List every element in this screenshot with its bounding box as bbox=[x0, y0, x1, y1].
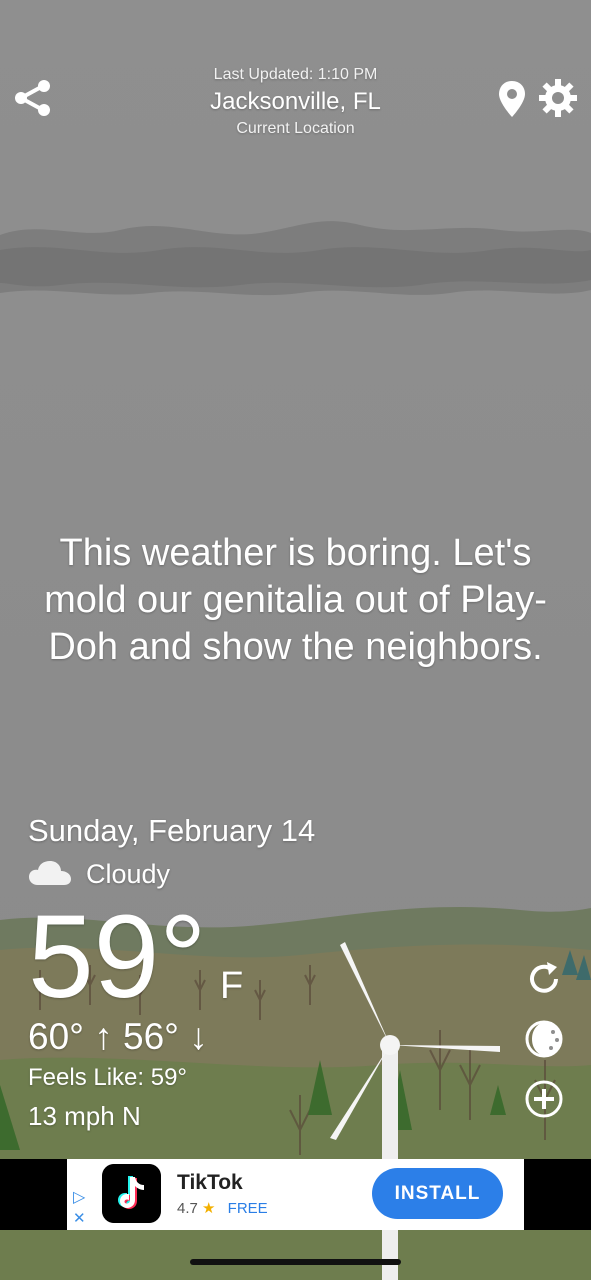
condition-row: Cloudy bbox=[28, 857, 170, 891]
moon-icon[interactable] bbox=[523, 1018, 565, 1060]
ad-price: FREE bbox=[227, 1200, 268, 1217]
current-temperature: 59° bbox=[28, 891, 207, 1023]
share-icon[interactable] bbox=[13, 78, 53, 118]
tiktok-logo-icon bbox=[102, 1164, 161, 1223]
cloud-icon bbox=[29, 861, 71, 885]
refresh-icon[interactable] bbox=[523, 958, 565, 1000]
ad-choices-icon[interactable]: ▷ bbox=[73, 1187, 85, 1207]
snarky-forecast-text: This weather is boring. Let's mold our g… bbox=[44, 532, 547, 668]
location-pin-icon[interactable] bbox=[498, 80, 526, 118]
gear-icon[interactable] bbox=[538, 78, 578, 118]
temperature-unit[interactable]: F bbox=[220, 965, 243, 1008]
ad-rating: 4.7 ★ FREE bbox=[177, 1199, 268, 1217]
plus-icon[interactable] bbox=[523, 1078, 565, 1120]
ad-app-name: TikTok bbox=[177, 1171, 243, 1194]
ad-rating-value: 4.7 bbox=[177, 1200, 198, 1217]
forecast-date: Sunday, February 14 bbox=[28, 813, 316, 848]
cloud-band bbox=[0, 221, 591, 296]
condition-text: Cloudy bbox=[86, 858, 171, 889]
high-low-temperature: 60° ↑ 56° ↓ bbox=[28, 1016, 208, 1057]
install-button[interactable]: INSTALL bbox=[372, 1168, 503, 1219]
star-icon: ★ bbox=[202, 1200, 216, 1217]
ad-banner: ▷ ✕ TikTok 4.7 ★ FREE INSTALL bbox=[0, 1159, 591, 1230]
wind-text: 13 mph N bbox=[28, 1101, 141, 1131]
home-indicator[interactable] bbox=[190, 1259, 401, 1265]
ad-content[interactable]: ▷ ✕ TikTok 4.7 ★ FREE INSTALL bbox=[67, 1159, 524, 1230]
location-label: Current Location bbox=[236, 120, 355, 137]
ad-close-icon[interactable]: ✕ bbox=[73, 1209, 86, 1227]
feels-like-text: Feels Like: 59° bbox=[28, 1064, 188, 1091]
